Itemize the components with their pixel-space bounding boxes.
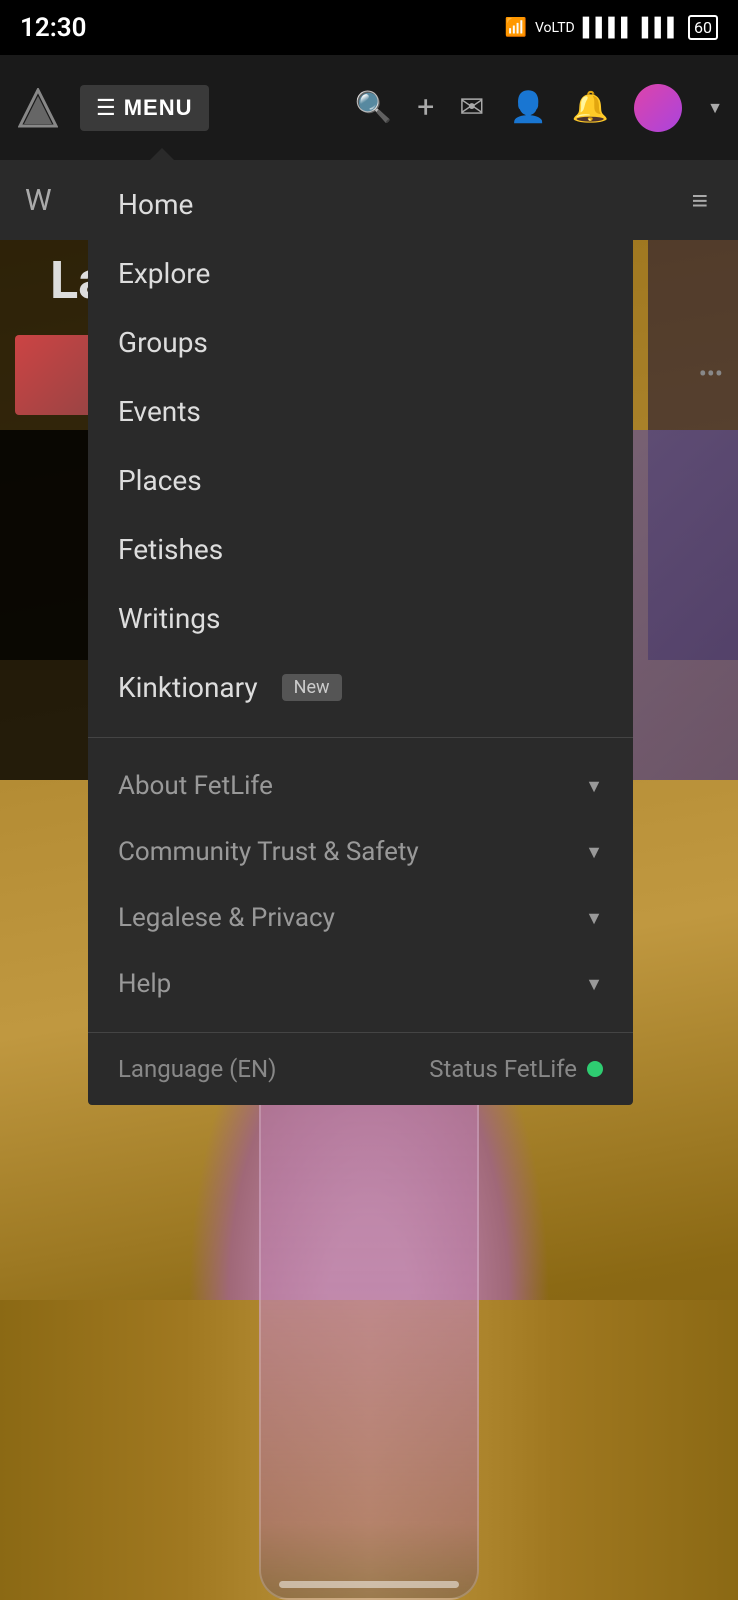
status-label: Status FetLife	[429, 1055, 577, 1083]
nav-bar: ☰ MENU 🔍 + ✉ 👤 🔔 ▼	[0, 55, 738, 160]
menu-item-help-label: Help	[118, 969, 171, 999]
fetlife-logo-icon	[18, 88, 58, 128]
avatar-dropdown-icon[interactable]: ▼	[707, 98, 723, 118]
menu-item-about[interactable]: About FetLife ▼	[88, 753, 633, 819]
search-icon[interactable]: 🔍	[355, 90, 392, 125]
menu-divider	[88, 737, 633, 738]
nav-icons: 🔍 + ✉ 👤 🔔 ▼	[355, 84, 723, 132]
bg-w-text: W	[25, 183, 52, 218]
home-indicator	[279, 1581, 459, 1588]
status-icons: 📶 VoLTD ▌▌▌▌ ▌▌▌ 60	[505, 15, 718, 40]
menu-item-writings[interactable]: Writings	[88, 584, 633, 653]
menu-item-kinktionary-label: Kinktionary	[118, 671, 258, 704]
status-dot-green	[587, 1061, 603, 1077]
menu-footer: Language (EN) Status FetLife	[88, 1032, 633, 1105]
kinktionary-badge: New	[282, 674, 342, 701]
add-icon[interactable]: +	[417, 90, 434, 125]
thumbnail-image	[15, 335, 95, 415]
more-options-dots: •••	[699, 360, 723, 388]
menu-item-fetishes[interactable]: Fetishes	[88, 515, 633, 584]
menu-item-home[interactable]: Home	[88, 170, 633, 239]
menu-item-legal-label: Legalese & Privacy	[118, 903, 335, 933]
menu-item-kinktionary[interactable]: Kinktionary New	[88, 653, 633, 722]
menu-item-help[interactable]: Help ▼	[88, 951, 633, 1017]
dropdown-menu: Home Explore Groups Events Places Fetish…	[88, 160, 633, 1105]
menu-item-explore-label: Explore	[118, 257, 210, 290]
mail-icon[interactable]: ✉	[459, 90, 484, 125]
vo-icon: VoLTD	[535, 20, 575, 36]
menu-item-places-label: Places	[118, 464, 202, 497]
about-chevron-icon: ▼	[585, 776, 603, 797]
notification-icon[interactable]: 🔔	[572, 90, 609, 125]
menu-item-places[interactable]: Places	[88, 446, 633, 515]
menu-item-legal[interactable]: Legalese & Privacy ▼	[88, 885, 633, 951]
menu-primary-section: Home Explore Groups Events Places Fetish…	[88, 160, 633, 732]
legal-chevron-icon: ▼	[585, 908, 603, 929]
dark-side-block	[0, 430, 100, 780]
menu-item-writings-label: Writings	[118, 602, 220, 635]
menu-item-about-label: About FetLife	[118, 771, 273, 801]
trust-chevron-icon: ▼	[585, 842, 603, 863]
signal-icon-2: ▌▌▌	[642, 17, 680, 38]
menu-item-trust-label: Community Trust & Safety	[118, 837, 419, 867]
help-chevron-icon: ▼	[585, 974, 603, 995]
menu-item-explore[interactable]: Explore	[88, 239, 633, 308]
menu-button[interactable]: ☰ MENU	[80, 85, 209, 131]
app-logo[interactable]	[15, 85, 60, 130]
battery-icon: 60	[688, 15, 718, 40]
list-icon: ≡	[692, 184, 708, 217]
menu-item-events-label: Events	[118, 395, 201, 428]
menu-secondary-section: About FetLife ▼ Community Trust & Safety…	[88, 743, 633, 1027]
menu-item-groups[interactable]: Groups	[88, 308, 633, 377]
avatar[interactable]	[634, 84, 682, 132]
menu-item-events[interactable]: Events	[88, 377, 633, 446]
menu-item-trust[interactable]: Community Trust & Safety ▼	[88, 819, 633, 885]
status-indicator: Status FetLife	[429, 1055, 603, 1083]
status-time: 12:30	[20, 13, 87, 43]
signal-icon: ▌▌▌▌	[583, 17, 634, 38]
menu-item-home-label: Home	[118, 188, 193, 221]
profile-icon[interactable]: 👤	[509, 90, 546, 125]
menu-item-groups-label: Groups	[118, 326, 208, 359]
hamburger-icon: ☰	[96, 95, 116, 121]
language-selector[interactable]: Language (EN)	[118, 1055, 276, 1083]
status-bar: 12:30 📶 VoLTD ▌▌▌▌ ▌▌▌ 60	[0, 0, 738, 55]
menu-button-label: MENU	[124, 95, 193, 121]
menu-item-fetishes-label: Fetishes	[118, 533, 223, 566]
wifi-icon: 📶	[505, 17, 527, 38]
